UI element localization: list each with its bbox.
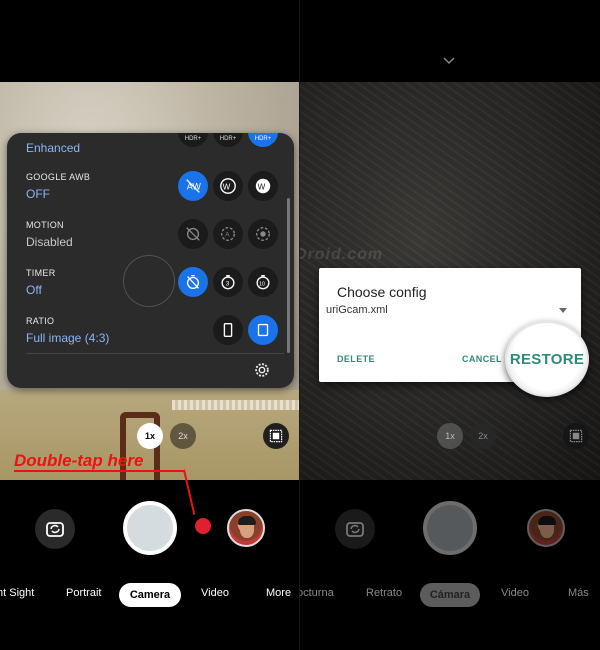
timer-10-icon: 10 xyxy=(256,275,270,290)
restore-button[interactable]: RESTORE xyxy=(510,351,584,368)
viewfinder-scene xyxy=(172,400,300,410)
gallery-thumbnail[interactable] xyxy=(227,509,265,547)
svg-text:W: W xyxy=(258,183,266,192)
thumbnail-hair xyxy=(538,516,556,525)
dialog-title: Choose config xyxy=(337,284,427,300)
motion-on-option[interactable] xyxy=(248,219,278,249)
mode-portrait[interactable]: Portrait xyxy=(66,587,101,599)
ratio-16-9-option[interactable] xyxy=(213,315,243,345)
timer-10-label: 10 xyxy=(259,282,265,288)
aspect-button[interactable] xyxy=(263,423,289,449)
watermark: TheCustomDroid.com xyxy=(300,246,384,263)
hdr-label: HDR+ xyxy=(219,136,237,142)
portrait-rect-icon xyxy=(223,323,233,337)
ratio-label: RATIO xyxy=(26,316,55,326)
google-awb-value: OFF xyxy=(26,187,50,201)
delete-button[interactable]: DELETE xyxy=(337,354,375,364)
timer-3-label: 3 xyxy=(226,281,230,288)
config-dropdown[interactable]: uriGcam.xml xyxy=(326,304,388,316)
motion-on-icon xyxy=(256,227,270,241)
right-screen: TheCustomDroid.com Choose config uriGcam… xyxy=(300,0,600,650)
motion-auto-option[interactable]: A xyxy=(213,219,243,249)
hdr-value: Enhanced xyxy=(26,141,81,155)
mode-video[interactable]: Video xyxy=(501,587,529,599)
zoom-1x-button[interactable]: 1x xyxy=(437,423,463,449)
ratio-4-3-option[interactable] xyxy=(248,315,278,345)
switch-camera-icon xyxy=(46,522,64,537)
motion-value: Disabled xyxy=(26,235,73,249)
timer-3-option[interactable]: 3 xyxy=(213,267,243,297)
motion-label: MOTION xyxy=(26,220,64,230)
timer-off-option[interactable] xyxy=(178,267,208,297)
hdr-off-option[interactable]: HDR+ xyxy=(178,133,208,147)
google-awb-label: GOOGLE AWB xyxy=(26,172,91,182)
cancel-button[interactable]: CANCEL xyxy=(462,354,502,364)
focus-ring xyxy=(123,255,175,307)
hdr-on-option[interactable]: HDR+ xyxy=(213,133,243,147)
google-awb-row: GOOGLE AWB OFF AW W W xyxy=(7,168,294,216)
awb-off-icon: AW xyxy=(186,179,201,193)
timer-label: TIMER xyxy=(26,268,56,278)
thumbnail-hair xyxy=(238,516,256,525)
full-image-icon xyxy=(257,323,269,337)
gallery-thumbnail[interactable] xyxy=(527,509,565,547)
zoom-2x-button[interactable]: 2x xyxy=(170,423,196,449)
mode-more[interactable]: More xyxy=(266,587,291,599)
annotation-underline xyxy=(14,470,184,472)
annotation-text: Double-tap here xyxy=(14,451,144,470)
timer-value: Off xyxy=(26,283,42,297)
switch-camera-icon xyxy=(346,522,364,537)
mode-night-sight[interactable]: octurna xyxy=(300,587,334,599)
zoom-2x-button[interactable]: 2x xyxy=(470,423,496,449)
timer-10-option[interactable]: 10 xyxy=(248,267,278,297)
motion-off-icon xyxy=(186,227,200,241)
tap-target-dot[interactable] xyxy=(195,518,211,534)
hdr-label: HDR+ xyxy=(184,136,202,142)
timer-off-icon xyxy=(186,275,200,289)
left-screen: Enhanced HDR+ HDR+ HDR+ GOOGLE AWB OFF A… xyxy=(0,0,300,650)
hdr-enhanced-option[interactable]: HDR+ xyxy=(248,133,278,147)
aspect-button[interactable] xyxy=(563,423,589,449)
timer-3-icon: 3 xyxy=(221,275,235,290)
settings-scrollbar[interactable] xyxy=(287,198,290,353)
ratio-value: Full image (4:3) xyxy=(26,331,110,345)
awb-auto-icon: W xyxy=(255,178,271,194)
gear-icon[interactable] xyxy=(253,361,271,379)
dropdown-caret-icon[interactable] xyxy=(559,308,567,313)
switch-camera-button[interactable] xyxy=(335,509,375,549)
switch-camera-button[interactable] xyxy=(35,509,75,549)
mode-portrait[interactable]: Retrato xyxy=(366,587,402,599)
mode-night-sight[interactable]: ht Sight xyxy=(0,587,34,599)
awb-off-option[interactable]: AW xyxy=(178,171,208,201)
hdr-label: HDR+ xyxy=(254,136,272,142)
divider xyxy=(26,353,284,354)
shutter-button[interactable] xyxy=(123,501,177,555)
shutter-button[interactable] xyxy=(423,501,477,555)
awb-on-option[interactable]: W xyxy=(213,171,243,201)
chevron-down-icon[interactable] xyxy=(443,57,455,65)
zoom-1x-button[interactable]: 1x xyxy=(137,423,163,449)
grid-frame-icon xyxy=(269,429,283,443)
mode-camera[interactable]: Camera xyxy=(119,583,181,607)
restore-magnifier[interactable]: RESTORE xyxy=(505,321,589,397)
mode-camera[interactable]: Cámara xyxy=(420,583,480,607)
svg-text:W: W xyxy=(223,183,231,192)
mode-more[interactable]: Más xyxy=(568,587,589,599)
motion-auto-icon: A xyxy=(221,227,235,241)
grid-frame-icon xyxy=(569,429,583,443)
awb-icon: W xyxy=(220,178,236,194)
motion-off-option[interactable] xyxy=(178,219,208,249)
svg-text:A: A xyxy=(225,232,230,239)
awb-auto-option[interactable]: W xyxy=(248,171,278,201)
mode-video[interactable]: Video xyxy=(201,587,229,599)
